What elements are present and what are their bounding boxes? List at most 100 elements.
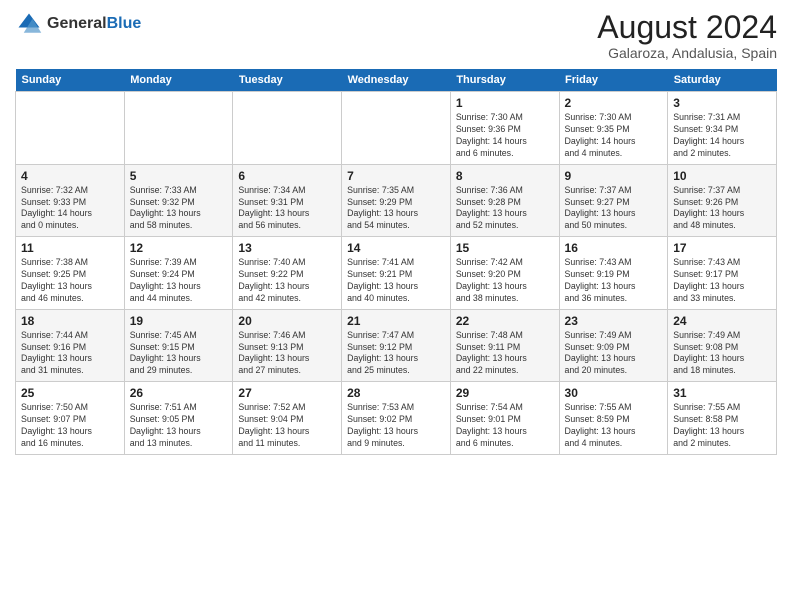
cell-content: Sunrise: 7:40 AM Sunset: 9:22 PM Dayligh… [238, 257, 336, 305]
cell-content: Sunrise: 7:39 AM Sunset: 9:24 PM Dayligh… [130, 257, 228, 305]
day-number: 20 [238, 314, 336, 328]
calendar-cell-4-4: 21 Sunrise: 7:47 AM Sunset: 9:12 PM Dayli… [342, 309, 451, 382]
header-row: GeneralBlue August 2024 Galaroza, Andalu… [15, 10, 777, 61]
cell-content: Sunrise: 7:31 AM Sunset: 9:34 PM Dayligh… [673, 112, 771, 160]
calendar-cell-1-4 [342, 92, 451, 165]
calendar-cell-3-4: 14Sunrise: 7:41 AM Sunset: 9:21 PM Dayli… [342, 237, 451, 310]
logo: GeneralBlue [15, 10, 141, 38]
header-saturday: Saturday [668, 69, 777, 92]
cell-content: Sunrise: 7:48 AM Sunset: 9:11 PM Dayligh… [456, 330, 554, 378]
calendar-cell-5-3: 27 Sunrise: 7:52 AM Sunset: 9:04 PM Dayli… [233, 382, 342, 455]
cell-content: Sunrise: 7:49 AM Sunset: 9:08 PM Dayligh… [673, 330, 771, 378]
header-thursday: Thursday [450, 69, 559, 92]
cell-content: Sunrise: 7:43 AM Sunset: 9:19 PM Dayligh… [565, 257, 663, 305]
day-number: 16 [565, 241, 663, 255]
cell-content: Sunrise: 7:51 AM Sunset: 9:05 PM Dayligh… [130, 402, 228, 450]
weekday-header-row: Sunday Monday Tuesday Wednesday Thursday… [16, 69, 777, 92]
day-number: 27 [238, 386, 336, 400]
cell-content: Sunrise: 7:32 AM Sunset: 9:33 PM Dayligh… [21, 185, 119, 233]
calendar-cell-5-5: 29Sunrise: 7:54 AM Sunset: 9:01 PM Dayli… [450, 382, 559, 455]
calendar-cell-4-1: 18 Sunrise: 7:44 AM Sunset: 9:16 PM Dayli… [16, 309, 125, 382]
cell-content: Sunrise: 7:44 AM Sunset: 9:16 PM Dayligh… [21, 330, 119, 378]
day-number: 10 [673, 169, 771, 183]
day-number: 28 [347, 386, 445, 400]
week-row-1: 1 Sunrise: 7:30 AM Sunset: 9:36 PM Daylig… [16, 92, 777, 165]
calendar-cell-1-6: 2 Sunrise: 7:30 AM Sunset: 9:35 PM Daylig… [559, 92, 668, 165]
calendar-cell-3-7: 17Sunrise: 7:43 AM Sunset: 9:17 PM Dayli… [668, 237, 777, 310]
day-number: 26 [130, 386, 228, 400]
cell-content: Sunrise: 7:55 AM Sunset: 8:58 PM Dayligh… [673, 402, 771, 450]
calendar-cell-5-4: 28 Sunrise: 7:53 AM Sunset: 9:02 PM Dayli… [342, 382, 451, 455]
cell-content: Sunrise: 7:50 AM Sunset: 9:07 PM Dayligh… [21, 402, 119, 450]
calendar-cell-1-7: 3 Sunrise: 7:31 AM Sunset: 9:34 PM Daylig… [668, 92, 777, 165]
day-number: 9 [565, 169, 663, 183]
calendar-cell-4-7: 24 Sunrise: 7:49 AM Sunset: 9:08 PM Dayli… [668, 309, 777, 382]
week-row-2: 4 Sunrise: 7:32 AM Sunset: 9:33 PM Daylig… [16, 164, 777, 237]
week-row-5: 25 Sunrise: 7:50 AM Sunset: 9:07 PM Dayli… [16, 382, 777, 455]
cell-content: Sunrise: 7:38 AM Sunset: 9:25 PM Dayligh… [21, 257, 119, 305]
cell-content: Sunrise: 7:30 AM Sunset: 9:36 PM Dayligh… [456, 112, 554, 160]
calendar-cell-2-4: 7 Sunrise: 7:35 AM Sunset: 9:29 PM Daylig… [342, 164, 451, 237]
day-number: 22 [456, 314, 554, 328]
day-number: 7 [347, 169, 445, 183]
calendar-cell-2-3: 6 Sunrise: 7:34 AM Sunset: 9:31 PM Daylig… [233, 164, 342, 237]
calendar-cell-2-2: 5 Sunrise: 7:33 AM Sunset: 9:32 PM Daylig… [124, 164, 233, 237]
calendar-cell-1-1 [16, 92, 125, 165]
day-number: 25 [21, 386, 119, 400]
header-wednesday: Wednesday [342, 69, 451, 92]
page-title: August 2024 [597, 10, 777, 45]
day-number: 24 [673, 314, 771, 328]
calendar-cell-1-2 [124, 92, 233, 165]
cell-content: Sunrise: 7:30 AM Sunset: 9:35 PM Dayligh… [565, 112, 663, 160]
day-number: 12 [130, 241, 228, 255]
calendar-cell-1-3 [233, 92, 342, 165]
day-number: 6 [238, 169, 336, 183]
day-number: 15 [456, 241, 554, 255]
header-friday: Friday [559, 69, 668, 92]
page-subtitle: Galaroza, Andalusia, Spain [597, 45, 777, 61]
day-number: 4 [21, 169, 119, 183]
day-number: 3 [673, 96, 771, 110]
day-number: 21 [347, 314, 445, 328]
calendar-cell-3-2: 12 Sunrise: 7:39 AM Sunset: 9:24 PM Dayli… [124, 237, 233, 310]
cell-content: Sunrise: 7:47 AM Sunset: 9:12 PM Dayligh… [347, 330, 445, 378]
calendar-cell-5-7: 31 Sunrise: 7:55 AM Sunset: 8:58 PM Dayli… [668, 382, 777, 455]
cell-content: Sunrise: 7:52 AM Sunset: 9:04 PM Dayligh… [238, 402, 336, 450]
cell-content: Sunrise: 7:35 AM Sunset: 9:29 PM Dayligh… [347, 185, 445, 233]
day-number: 30 [565, 386, 663, 400]
calendar-cell-5-1: 25 Sunrise: 7:50 AM Sunset: 9:07 PM Dayli… [16, 382, 125, 455]
day-number: 31 [673, 386, 771, 400]
calendar-cell-2-1: 4 Sunrise: 7:32 AM Sunset: 9:33 PM Daylig… [16, 164, 125, 237]
day-number: 1 [456, 96, 554, 110]
cell-content: Sunrise: 7:34 AM Sunset: 9:31 PM Dayligh… [238, 185, 336, 233]
week-row-3: 11 Sunrise: 7:38 AM Sunset: 9:25 PM Dayli… [16, 237, 777, 310]
title-block: August 2024 Galaroza, Andalusia, Spain [597, 10, 777, 61]
calendar-cell-3-1: 11 Sunrise: 7:38 AM Sunset: 9:25 PM Dayli… [16, 237, 125, 310]
week-row-4: 18 Sunrise: 7:44 AM Sunset: 9:16 PM Dayli… [16, 309, 777, 382]
cell-content: Sunrise: 7:45 AM Sunset: 9:15 PM Dayligh… [130, 330, 228, 378]
day-number: 5 [130, 169, 228, 183]
cell-content: Sunrise: 7:37 AM Sunset: 9:26 PM Dayligh… [673, 185, 771, 233]
day-number: 17 [673, 241, 771, 255]
calendar-cell-1-5: 1 Sunrise: 7:30 AM Sunset: 9:36 PM Daylig… [450, 92, 559, 165]
cell-content: Sunrise: 7:53 AM Sunset: 9:02 PM Dayligh… [347, 402, 445, 450]
cell-content: Sunrise: 7:54 AM Sunset: 9:01 PM Dayligh… [456, 402, 554, 450]
calendar-cell-2-6: 9 Sunrise: 7:37 AM Sunset: 9:27 PM Daylig… [559, 164, 668, 237]
day-number: 11 [21, 241, 119, 255]
cell-content: Sunrise: 7:42 AM Sunset: 9:20 PM Dayligh… [456, 257, 554, 305]
day-number: 13 [238, 241, 336, 255]
header-sunday: Sunday [16, 69, 125, 92]
day-number: 18 [21, 314, 119, 328]
calendar-cell-4-2: 19 Sunrise: 7:45 AM Sunset: 9:15 PM Dayli… [124, 309, 233, 382]
day-number: 19 [130, 314, 228, 328]
cell-content: Sunrise: 7:49 AM Sunset: 9:09 PM Dayligh… [565, 330, 663, 378]
calendar-cell-2-5: 8Sunrise: 7:36 AM Sunset: 9:28 PM Daylig… [450, 164, 559, 237]
cell-content: Sunrise: 7:33 AM Sunset: 9:32 PM Dayligh… [130, 185, 228, 233]
calendar-cell-2-7: 10 Sunrise: 7:37 AM Sunset: 9:26 PM Dayli… [668, 164, 777, 237]
cell-content: Sunrise: 7:46 AM Sunset: 9:13 PM Dayligh… [238, 330, 336, 378]
logo-text: GeneralBlue [47, 15, 141, 33]
day-number: 2 [565, 96, 663, 110]
cell-content: Sunrise: 7:37 AM Sunset: 9:27 PM Dayligh… [565, 185, 663, 233]
calendar-cell-3-5: 15 Sunrise: 7:42 AM Sunset: 9:20 PM Dayli… [450, 237, 559, 310]
cell-content: Sunrise: 7:41 AM Sunset: 9:21 PM Dayligh… [347, 257, 445, 305]
